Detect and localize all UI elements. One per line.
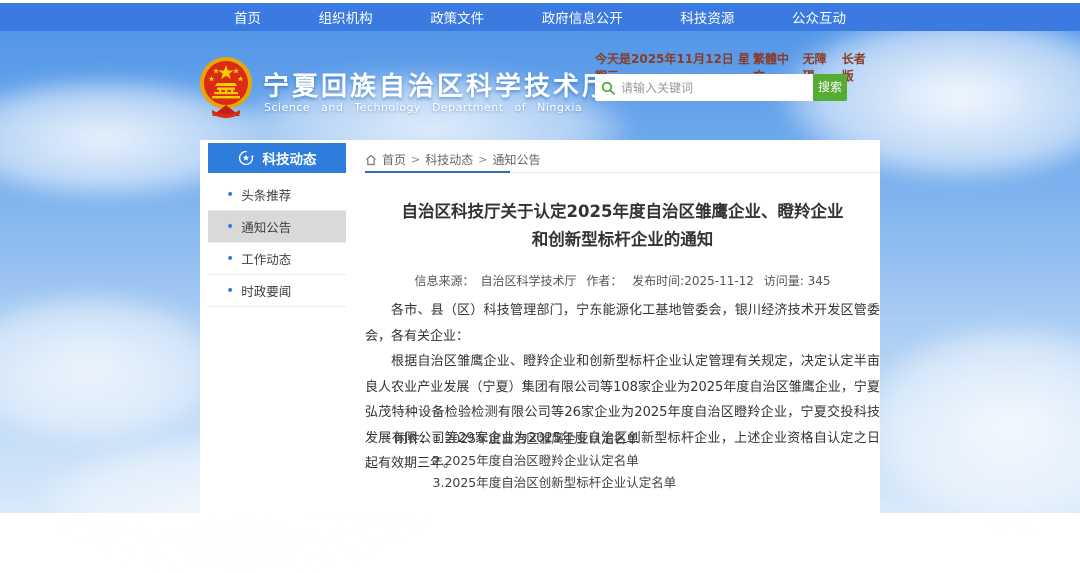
breadcrumb-home[interactable]: 首页 [382,151,406,168]
sidebar-item-political-news[interactable]: • 时政要闻 [208,275,346,307]
sidebar-item-label: 通知公告 [241,217,291,236]
meta-author-label: 作者： [586,274,622,288]
attachment-link-benchmark-list[interactable]: 3.2025年度自治区创新型标杆企业认定名单 [433,472,677,494]
breadcrumb-separator: > [411,153,420,166]
nav-item-organization[interactable]: 组织机构 [319,7,373,27]
nav-item-policy-documents[interactable]: 政策文件 [430,7,484,27]
site-title: 宁夏回族自治区科学技术厅 [263,66,611,103]
nav-item-tech-resources[interactable]: 科技资源 [680,7,734,27]
top-navbar: 首页 组织机构 政策文件 政府信息公开 科技资源 公众互动 [0,3,1080,31]
main-container: 科技动态 • 头条推荐 • 通知公告 • 工作动态 • 时政要闻 [200,140,880,513]
navbar-inner: 首页 组织机构 政策文件 政府信息公开 科技资源 公众互动 [200,3,880,31]
bullet-icon: • [226,284,234,298]
breadcrumb-divider-accent [365,171,510,173]
nav-item-home[interactable]: 首页 [234,7,261,27]
sidebar-title: 科技动态 [263,148,317,168]
meta-publish-date: 发布时间:2025-11-12 [632,274,754,288]
sidebar-item-label: 工作动态 [241,249,291,268]
breadcrumb-current[interactable]: 通知公告 [492,151,540,168]
circle-star-icon [238,150,254,166]
breadcrumb: 首页 > 科技动态 > 通知公告 [365,151,540,168]
search-input[interactable] [621,75,813,100]
site-subtitle: Science and Technology Department of Nin… [264,101,582,114]
national-emblem-logo [199,56,253,118]
search-box: 搜索 [595,74,847,101]
search-icon [595,74,621,101]
cloud [0,293,230,443]
nav-item-public-interaction[interactable]: 公众互动 [792,7,846,27]
breadcrumb-category[interactable]: 科技动态 [425,151,473,168]
sidebar-item-label: 时政要闻 [241,281,291,300]
bullet-icon: • [226,188,234,202]
bullet-icon: • [226,252,234,266]
sidebar-item-work-trends[interactable]: • 工作动态 [208,243,346,275]
nav-item-gov-info-disclosure[interactable]: 政府信息公开 [542,7,623,27]
attachment-link-gazelle-list[interactable]: 2.2025年度自治区瞪羚企业认定名单 [433,450,677,472]
home-icon [365,154,377,166]
sidebar-header: 科技动态 [208,143,346,173]
sidebar: 科技动态 • 头条推荐 • 通知公告 • 工作动态 • 时政要闻 [208,143,346,307]
sidebar-item-notices[interactable]: • 通知公告 [208,211,346,243]
meta-source: 自治区科学技术厅 [480,274,576,288]
article-title: 自治区科技厅关于认定2025年度自治区雏鹰企业、瞪羚企业 和创新型标杆企业的通知 [365,198,880,254]
attachments-block: 附件： 1.2025年度自治区雏鹰企业认定名单 2.2025年度自治区瞪羚企业认… [395,428,676,494]
article-title-line2: 和创新型标杆企业的通知 [365,226,880,254]
article-paragraph: 各市、县（区）科技管理部门，宁东能源化工基地管委会，银川经济技术开发区管委会，各… [365,298,880,349]
attachment-link-eagle-list[interactable]: 1.2025年度自治区雏鹰企业认定名单 [433,428,677,450]
meta-source-label: 信息来源： [414,274,474,288]
bullet-icon: • [226,220,234,234]
attachment-list: 1.2025年度自治区雏鹰企业认定名单 2.2025年度自治区瞪羚企业认定名单 … [433,428,677,494]
article-title-line1: 自治区科技厅关于认定2025年度自治区雏鹰企业、瞪羚企业 [365,198,880,226]
sidebar-menu: • 头条推荐 • 通知公告 • 工作动态 • 时政要闻 [208,179,346,307]
article-meta: 信息来源： 自治区科学技术厅 作者： 发布时间:2025-11-12 访问量: 3… [365,272,880,289]
cloud [860,323,1080,523]
search-button[interactable]: 搜索 [813,74,847,101]
meta-visits: 访问量: 345 [764,274,831,288]
attachments-label: 附件： [395,428,433,494]
breadcrumb-separator: > [478,153,487,166]
sidebar-item-headlines[interactable]: • 头条推荐 [208,179,346,211]
sidebar-item-label: 头条推荐 [241,185,291,204]
